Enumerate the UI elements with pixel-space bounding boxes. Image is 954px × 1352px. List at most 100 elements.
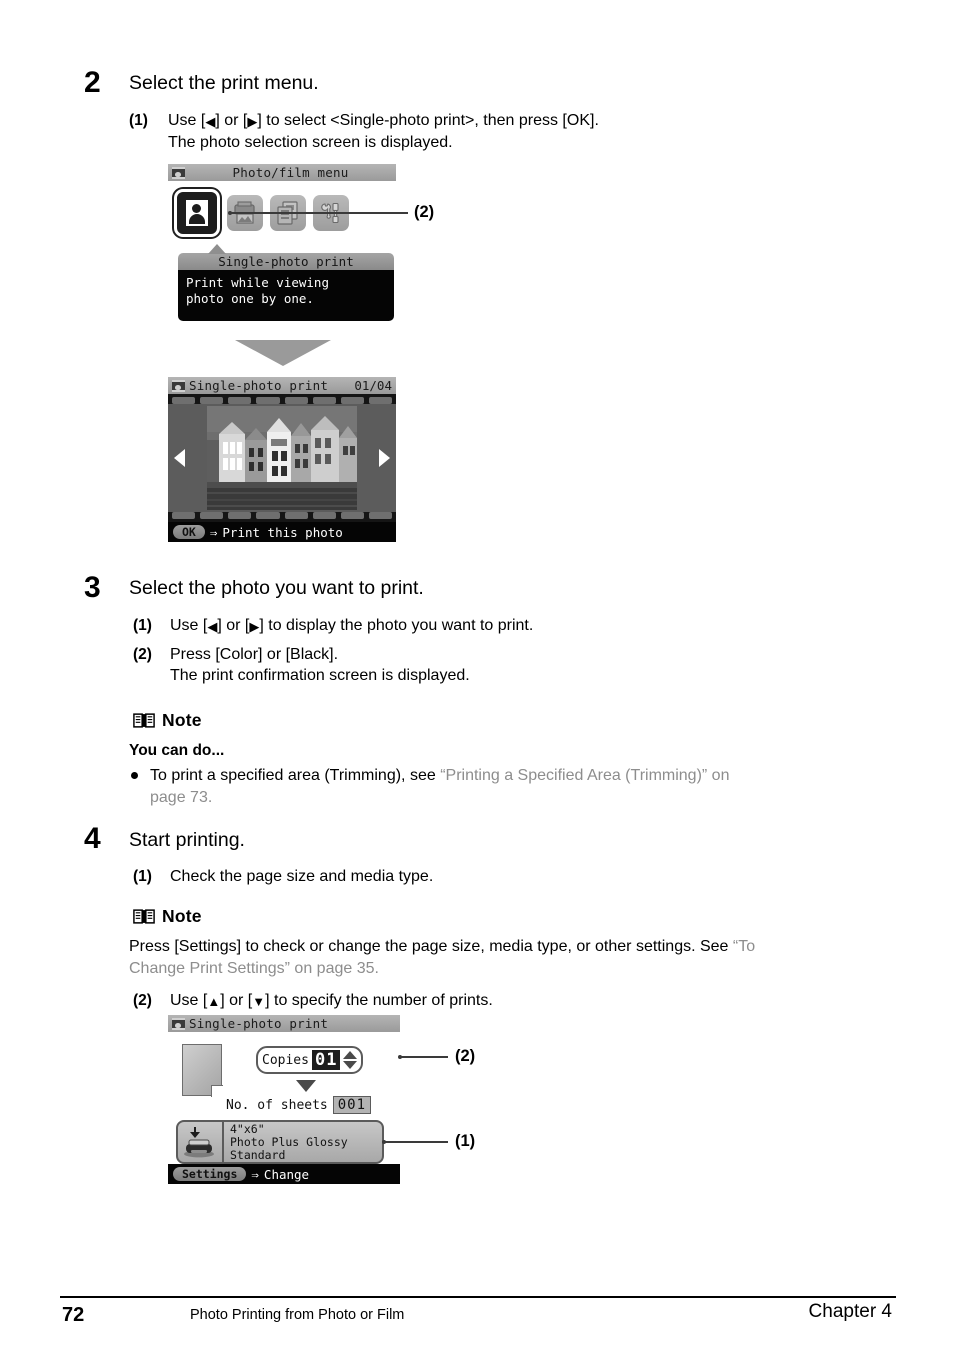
sheets-value: 001 xyxy=(332,1096,372,1114)
step-3-item-1-text: Use [◀] or [▶] to display the photo you … xyxy=(170,615,533,638)
note-1-body-gray-1: “Printing a Specified Area (Trimming)” o… xyxy=(440,767,730,784)
step-3-number: 3 xyxy=(84,571,101,604)
menu-screen-titlebar: Photo/film menu xyxy=(168,164,396,181)
step-2-item-1-line-1: Use [◀] or [▶] to select <Single-photo p… xyxy=(168,110,599,133)
menu-icon-single-photo-print[interactable] xyxy=(174,189,220,237)
note-1-body-gray-2: page 73. xyxy=(150,789,213,806)
footer-rule xyxy=(60,1296,896,1298)
media-callout-label: (1) xyxy=(455,1132,476,1150)
step-4-item-2-rest: to specify the number of prints. xyxy=(274,992,493,1009)
note-label: Note xyxy=(162,710,202,730)
step-3-item-2-label: (2) xyxy=(133,646,152,663)
photo-screen-title: Single-photo print xyxy=(189,378,329,393)
step-2-number: 2 xyxy=(84,66,101,99)
page-sheet-icon xyxy=(182,1044,223,1097)
film-icon xyxy=(172,1017,185,1030)
settings-screen-title: Single-photo print xyxy=(189,1016,329,1031)
previous-photo-arrow-icon[interactable] xyxy=(174,449,185,467)
tooltip-pointer xyxy=(208,244,226,254)
film-icon xyxy=(172,379,185,392)
copies-spinner[interactable] xyxy=(343,1051,358,1069)
use-text: Use [ xyxy=(168,112,206,129)
copies-stepper[interactable]: Copies 01 xyxy=(256,1046,364,1074)
spinner-down-icon[interactable] xyxy=(343,1061,358,1069)
photo-preview-area xyxy=(168,404,396,512)
menu-callout-label: (2) xyxy=(414,203,435,221)
or-text: ] or [ xyxy=(220,992,253,1009)
settings-screen-body: Copies 01 No. of sheets 001 4"x6" Photo … xyxy=(168,1032,400,1164)
settings-screen-footer-text: Change xyxy=(263,1166,310,1182)
left-arrow-icon: ◀ xyxy=(205,114,216,129)
note-2-body: Press [Settings] to check or change the … xyxy=(129,936,849,958)
portrait-icon xyxy=(186,200,208,226)
or-text: ] or [ xyxy=(215,112,248,129)
note-2-body-gray-1: “To xyxy=(732,938,756,955)
media-settings-box[interactable]: 4"x6" Photo Plus Glossy Standard xyxy=(176,1120,384,1164)
step-4-item-2-label: (2) xyxy=(133,992,152,1009)
step-4-item-2-text: Use [▲] or [▼] to specify the number of … xyxy=(170,990,493,1013)
book-icon xyxy=(133,712,155,729)
step-3-item-2-line-1: Press [Color] or [Black]. xyxy=(170,646,339,663)
photo-screen-footer-text: Print this photo xyxy=(222,524,343,540)
note-1-body-black: To print a specified area (Trimming), se… xyxy=(150,767,441,784)
footer-arrow-icon: ⇒ xyxy=(209,524,218,540)
step-3-item-1-rest: to display the photo you want to print. xyxy=(268,617,534,634)
film-strip xyxy=(168,394,396,522)
copies-value: 01 xyxy=(311,1050,341,1070)
step-4-title: Start printing. xyxy=(129,829,245,851)
ok-button[interactable]: OK xyxy=(173,525,205,539)
sprocket-row-top xyxy=(168,394,396,404)
note-1-body: To print a specified area (Trimming), se… xyxy=(150,765,850,787)
media-settings-text: 4"x6" Photo Plus Glossy Standard xyxy=(222,1122,382,1162)
photo-counter: 01/04 xyxy=(354,378,392,393)
settings-button[interactable]: Settings xyxy=(173,1167,247,1181)
note-1-heading: Note xyxy=(133,710,202,731)
document-page: 2 Select the print menu. (1) Use [◀] or … xyxy=(0,0,954,1352)
up-arrow-icon: ▲ xyxy=(207,994,221,1009)
book-icon xyxy=(133,908,155,925)
right-arrow-icon: ▶ xyxy=(249,619,260,634)
tooltip-body: Print while viewing photo one by one. xyxy=(178,270,394,321)
footer-arrow-icon: ⇒ xyxy=(251,1166,259,1182)
photo-screen-footer: OK ⇒ Print this photo xyxy=(168,522,396,542)
media-callout-line xyxy=(384,1141,448,1143)
photo-screen-titlebar: Single-photo print 01/04 xyxy=(168,377,396,394)
settings-screen-titlebar: Single-photo print xyxy=(168,1015,400,1032)
tooltip-body-line-1: Print while viewing xyxy=(186,275,329,290)
copies-label: Copies xyxy=(262,1052,309,1068)
close-bracket: ] xyxy=(259,617,264,634)
copies-callout-line xyxy=(400,1056,448,1058)
copies-callout-label: (2) xyxy=(455,1047,476,1065)
right-arrow-icon: ▶ xyxy=(247,114,258,129)
note-2-body-black: Press [Settings] to check or change the … xyxy=(129,938,733,955)
next-photo-arrow-icon[interactable] xyxy=(379,449,390,467)
down-arrow-icon: ▼ xyxy=(252,994,266,1009)
step-2-title: Select the print menu. xyxy=(129,72,319,94)
step-3-item-2-line-2: The print confirmation screen is display… xyxy=(170,667,470,684)
note-2-heading: Note xyxy=(133,906,202,927)
step-4-item-1-text: Check the page size and media type. xyxy=(170,868,434,885)
close-bracket: ] xyxy=(265,992,270,1009)
media-size: 4"x6" xyxy=(230,1121,265,1136)
step-2-item-1-label: (1) xyxy=(129,112,148,129)
settings-screen-footer: Settings ⇒ Change xyxy=(168,1164,400,1184)
sheets-row: No. of sheets 001 xyxy=(226,1096,372,1114)
step-4-item-1-label: (1) xyxy=(133,868,152,885)
sprocket-row-bottom xyxy=(168,512,396,522)
film-icon xyxy=(172,166,185,179)
print-settings-screen: Single-photo print Copies 01 No. of shee… xyxy=(168,1015,400,1184)
photo-thumbnail xyxy=(207,406,357,510)
or-text: ] or [ xyxy=(217,617,250,634)
flow-down-arrow xyxy=(235,340,331,366)
tooltip-title: Single-photo print xyxy=(178,253,394,270)
use-text: Use [ xyxy=(170,992,208,1009)
spinner-up-icon[interactable] xyxy=(343,1051,358,1059)
copies-to-sheets-arrow-icon xyxy=(296,1080,316,1092)
menu-screen-title: Photo/film menu xyxy=(232,165,349,180)
media-type: Photo Plus Glossy xyxy=(230,1134,348,1149)
step-4-number: 4 xyxy=(84,822,101,855)
footer-chapter: Chapter 4 xyxy=(808,1301,892,1322)
step-2-item-1-rest: ] to select <Single-photo print>, then p… xyxy=(257,112,599,129)
footer-page-number: 72 xyxy=(62,1304,85,1326)
note-2-body-gray-2: Change Print Settings” on page 35. xyxy=(129,960,379,977)
